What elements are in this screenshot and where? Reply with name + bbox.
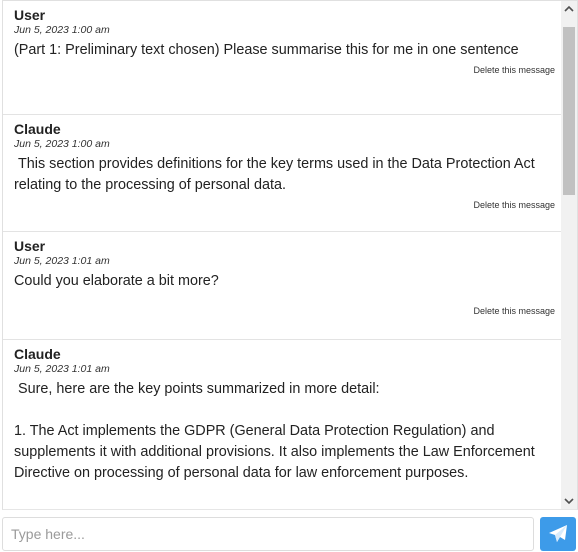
message-author: User <box>14 7 46 23</box>
scroll-thumb[interactable] <box>563 27 575 195</box>
message-input[interactable] <box>2 517 534 551</box>
paper-plane-icon <box>549 525 567 542</box>
chat-panel: User Jun 5, 2023 1:00 am (Part 1: Prelim… <box>2 0 578 510</box>
message-text: (Part 1: Preliminary text chosen) Please… <box>14 42 519 58</box>
message-list: User Jun 5, 2023 1:00 am (Part 1: Prelim… <box>3 1 563 509</box>
scroll-down-button[interactable] <box>561 493 577 509</box>
chat-scrollbar[interactable] <box>561 1 577 509</box>
message-timestamp: Jun 5, 2023 1:01 am <box>14 363 110 375</box>
message-timestamp: Jun 5, 2023 1:01 am <box>14 255 110 267</box>
message-item: Claude Jun 5, 2023 1:00 am This section … <box>3 115 563 232</box>
message-author: Claude <box>14 121 61 137</box>
delete-message-link[interactable]: Delete this message <box>14 199 555 215</box>
message-item: User Jun 5, 2023 1:00 am (Part 1: Prelim… <box>3 1 563 115</box>
send-button[interactable] <box>540 517 576 551</box>
message-timestamp: Jun 5, 2023 1:00 am <box>14 24 110 36</box>
delete-message-link[interactable]: Delete this message <box>14 305 555 321</box>
message-text: This section provides definitions for th… <box>14 156 539 193</box>
chevron-down-icon <box>564 498 574 505</box>
message-item: User Jun 5, 2023 1:01 am Could you elabo… <box>3 232 563 340</box>
delete-message-link[interactable]: Delete this message <box>14 64 555 80</box>
message-author: User <box>14 238 46 254</box>
chevron-up-icon <box>564 5 574 12</box>
message-author: Claude <box>14 346 61 362</box>
composer <box>0 516 578 552</box>
message-item: Claude Jun 5, 2023 1:01 am Sure, here ar… <box>3 340 563 509</box>
message-timestamp: Jun 5, 2023 1:00 am <box>14 138 110 150</box>
message-text: Could you elaborate a bit more? <box>14 273 219 289</box>
scroll-up-button[interactable] <box>561 1 577 17</box>
message-text: Sure, here are the key points summarized… <box>14 381 535 481</box>
